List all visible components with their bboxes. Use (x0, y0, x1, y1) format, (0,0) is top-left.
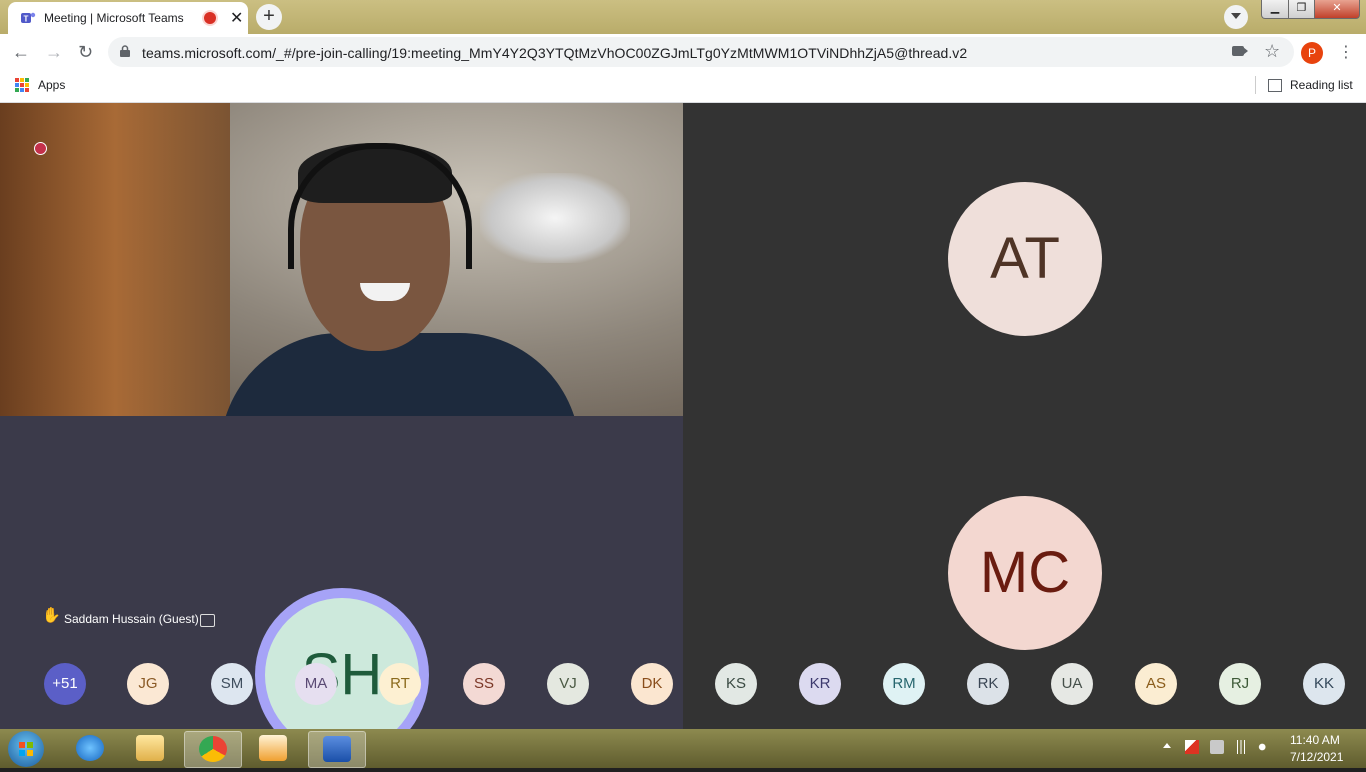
media-player-icon (259, 735, 287, 761)
chrome-icon (199, 736, 227, 762)
url-text: teams.microsoft.com/_#/pre-join-calling/… (142, 45, 968, 61)
taskbar-media-player[interactable] (245, 731, 301, 766)
avatar: MC (948, 496, 1102, 650)
window-maximize-button[interactable]: ❐ (1288, 0, 1315, 19)
profile-avatar[interactable]: P (1301, 42, 1323, 64)
participant-avatar-ks[interactable]: KS (715, 663, 757, 705)
network-signal-icon[interactable] (1234, 740, 1248, 754)
raised-hand-icon: ✋ (42, 607, 61, 624)
taskbar-file-explorer[interactable] (122, 731, 178, 766)
chevron-down-icon (1231, 13, 1241, 19)
window-close-button[interactable]: ✕ (1314, 0, 1360, 19)
taskbar-internet-explorer[interactable] (62, 731, 118, 766)
avatar: AT (948, 182, 1102, 336)
start-button[interactable] (8, 731, 44, 767)
folder-icon (136, 735, 164, 761)
participant-name-label: Saddam Hussain (Guest) (64, 612, 199, 626)
participant-avatar-ma[interactable]: MA (295, 663, 337, 705)
word-icon (323, 736, 351, 762)
reading-list-button[interactable]: Reading list (1290, 78, 1353, 92)
participant-avatar-jg[interactable]: JG (127, 663, 169, 705)
battery-icon[interactable] (1210, 740, 1224, 754)
browser-menu-icon[interactable]: ⋮ (1338, 42, 1354, 62)
participant-avatar-ss[interactable]: SS (463, 663, 505, 705)
participant-avatar-kr[interactable]: KR (799, 663, 841, 705)
address-bar[interactable]: teams.microsoft.com/_#/pre-join-calling/… (108, 37, 1294, 67)
video-tile-speaker[interactable] (0, 103, 683, 416)
recording-dot-icon (34, 142, 47, 155)
clock-time[interactable]: 11:40 AM (1290, 733, 1340, 747)
back-button[interactable]: ← (12, 42, 30, 63)
apps-bookmark[interactable]: Apps (38, 78, 65, 92)
participant-tile-at[interactable]: AT (683, 103, 1366, 416)
volume-icon[interactable] (1258, 740, 1272, 754)
video-background-window (480, 173, 630, 263)
lock-icon (120, 45, 130, 57)
reload-button[interactable]: ↻ (78, 42, 93, 63)
participant-avatar-ua[interactable]: UA (1051, 663, 1093, 705)
participant-avatar-rm[interactable]: RM (883, 663, 925, 705)
recording-indicator-icon (204, 12, 216, 24)
windows-taskbar: 11:40 AM 7/12/2021 (0, 729, 1366, 768)
tab-close-icon[interactable]: ✕ (230, 8, 243, 28)
windows-logo-icon (19, 742, 33, 756)
participant-avatar-as[interactable]: AS (1135, 663, 1177, 705)
participant-avatar-vj[interactable]: VJ (547, 663, 589, 705)
participant-avatar-sm[interactable]: SM (211, 663, 253, 705)
teams-logo-icon: T (21, 12, 36, 24)
browser-tab-teams[interactable]: T Meeting | Microsoft Teams ✕ (8, 2, 248, 34)
action-center-flag-icon[interactable] (1185, 740, 1199, 754)
more-participants-button[interactable]: +51 (44, 663, 86, 705)
reading-list-icon[interactable] (1268, 79, 1282, 92)
participant-avatar-dk[interactable]: DK (631, 663, 673, 705)
browser-title-bar: T Meeting | Microsoft Teams ✕ + ▁ ❐ ✕ (0, 0, 1366, 34)
show-hidden-icons-icon[interactable] (1163, 743, 1171, 748)
browser-toolbar: ← → ↻ teams.microsoft.com/_#/pre-join-ca… (0, 34, 1366, 70)
participant-tile-mc[interactable]: MC (683, 416, 1366, 729)
apps-grid-icon[interactable] (15, 78, 29, 92)
participant-avatar-rj[interactable]: RJ (1219, 663, 1261, 705)
new-tab-button[interactable]: + (256, 4, 282, 30)
internet-explorer-icon (76, 735, 104, 761)
svg-text:T: T (24, 15, 29, 24)
camera-in-use-icon[interactable] (1232, 46, 1248, 56)
participant-avatar-rt[interactable]: RT (379, 663, 421, 705)
taskbar-chrome[interactable] (184, 731, 242, 768)
meeting-stage: AT SH ✋ Saddam Hussain (Guest) MC +51 JG… (0, 103, 1366, 762)
participant-avatar-rk[interactable]: RK (967, 663, 1009, 705)
mic-off-icon (200, 614, 215, 627)
clock-date[interactable]: 7/12/2021 (1290, 750, 1343, 764)
bookmarks-divider (1255, 76, 1256, 94)
bookmarks-bar: Apps Reading list (0, 70, 1366, 103)
forward-button[interactable]: → (45, 42, 63, 63)
bookmark-star-icon[interactable]: ☆ (1264, 41, 1280, 62)
participant-avatar-kk[interactable]: KK (1303, 663, 1345, 705)
taskbar-word[interactable] (308, 731, 366, 768)
window-minimize-button[interactable]: ▁ (1261, 0, 1289, 19)
tab-search-button[interactable] (1224, 5, 1248, 29)
tab-title: Meeting | Microsoft Teams (44, 11, 184, 25)
